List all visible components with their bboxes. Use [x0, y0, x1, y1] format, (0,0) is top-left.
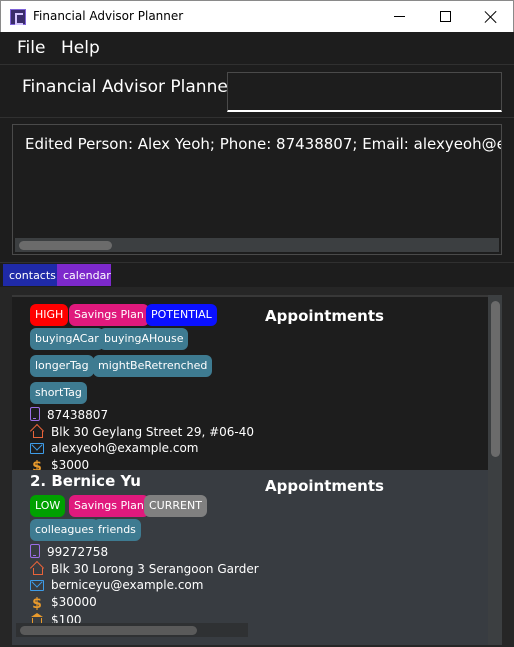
- command-input[interactable]: [227, 72, 502, 112]
- address-row: Blk 30 Lorong 3 Serangoon Garder: [30, 561, 259, 577]
- email-row: berniceyu@example.com: [30, 578, 203, 594]
- appointments-title: Appointments: [265, 477, 384, 495]
- person-card[interactable]: 2. Bernice Yu LOW Savings Plan CURRENT c…: [12, 470, 488, 645]
- phone-icon: [30, 407, 40, 421]
- appointments-title: Appointments: [265, 307, 384, 325]
- tag: mightBeRetrenched: [93, 355, 213, 377]
- plan-tag: Savings Plan: [69, 304, 149, 326]
- tab-contacts[interactable]: contacts: [3, 264, 57, 286]
- home-icon: [30, 561, 44, 575]
- tag: shortTag: [30, 382, 87, 404]
- result-display-panel: Edited Person: Alex Yeoh; Phone: 8743880…: [0, 118, 514, 263]
- tag: buyingAHouse: [99, 328, 189, 350]
- result-horizontal-scrollbar[interactable]: [15, 238, 499, 252]
- risk-tag: HIGH: [30, 304, 69, 326]
- address-value: Blk 30 Geylang Street 29, #06-40: [51, 425, 255, 439]
- tag: colleagues: [30, 519, 99, 541]
- window-titlebar: Financial Advisor Planner: [0, 0, 514, 32]
- phone-value: 87438807: [47, 408, 109, 422]
- tag: buyingACar: [30, 328, 104, 350]
- close-icon: [484, 10, 498, 24]
- menu-file[interactable]: File: [17, 38, 45, 58]
- dollar-icon: $: [32, 596, 42, 612]
- address-row: Blk 30 Geylang Street 29, #06-40: [30, 424, 254, 440]
- client-status-tag: CURRENT: [144, 495, 207, 517]
- phone-row: 99272758: [30, 544, 108, 560]
- person-list-panel: HIGH Savings Plan POTENTIAL buyingACar b…: [0, 287, 514, 647]
- tab-bar: contacts calendar: [0, 263, 514, 287]
- app-icon: [10, 9, 26, 25]
- minimize-button[interactable]: [376, 1, 422, 32]
- window-title: Financial Advisor Planner: [33, 9, 184, 23]
- close-button[interactable]: [468, 1, 514, 32]
- person-card[interactable]: HIGH Savings Plan POTENTIAL buyingACar b…: [12, 297, 488, 474]
- person-name: 2. Bernice Yu: [30, 472, 141, 490]
- home-icon: [30, 424, 44, 438]
- header: Financial Advisor Planner: [0, 66, 514, 118]
- phone-icon: [30, 544, 40, 558]
- email-row: alexyeoh@example.com: [30, 441, 199, 457]
- card-scroll-thumb[interactable]: [20, 626, 197, 635]
- risk-tag: LOW: [30, 495, 66, 517]
- card-horizontal-scrollbar[interactable]: [16, 623, 248, 637]
- person-list: HIGH Savings Plan POTENTIAL buyingACar b…: [12, 295, 502, 645]
- email-value: berniceyu@example.com: [51, 578, 204, 592]
- menu-bar: File Help: [0, 32, 514, 65]
- email-icon: [30, 443, 44, 454]
- income-row: $ $30000: [30, 595, 97, 611]
- email-icon: [30, 580, 44, 591]
- income-value: $30000: [51, 595, 97, 609]
- result-text: Edited Person: Alex Yeoh; Phone: 8743880…: [25, 135, 502, 153]
- plan-tag: Savings Plan: [69, 495, 149, 517]
- tag: longerTag: [30, 355, 94, 377]
- client-status-tag: POTENTIAL: [146, 304, 217, 326]
- maximize-button[interactable]: [422, 1, 468, 32]
- menu-help[interactable]: Help: [61, 38, 100, 58]
- result-display: Edited Person: Alex Yeoh; Phone: 8743880…: [12, 124, 502, 255]
- app-heading: Financial Advisor Planner: [22, 77, 235, 97]
- phone-row: 87438807: [30, 407, 108, 423]
- result-scroll-thumb[interactable]: [19, 241, 112, 250]
- phone-value: 99272758: [47, 545, 109, 559]
- address-value: Blk 30 Lorong 3 Serangoon Garder: [51, 562, 259, 576]
- list-scroll-thumb[interactable]: [491, 301, 500, 457]
- email-value: alexyeoh@example.com: [51, 441, 199, 455]
- tag: friends: [93, 519, 141, 541]
- tab-calendar[interactable]: calendar: [57, 264, 111, 286]
- maximize-icon: [439, 11, 451, 22]
- list-vertical-scrollbar[interactable]: [488, 295, 502, 645]
- minimize-icon: [393, 16, 405, 17]
